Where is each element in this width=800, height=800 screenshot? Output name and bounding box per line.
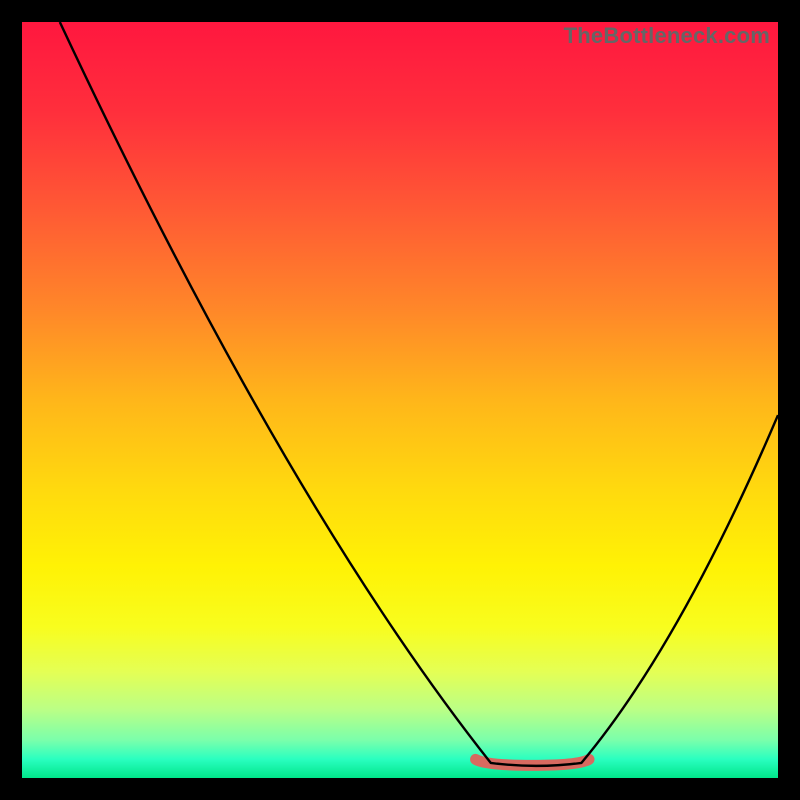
watermark-label: TheBottleneck.com <box>564 23 770 49</box>
gradient-chart <box>22 22 778 778</box>
gradient-background <box>22 22 778 778</box>
plot-area: TheBottleneck.com <box>22 22 778 778</box>
outer-frame: TheBottleneck.com <box>0 0 800 800</box>
